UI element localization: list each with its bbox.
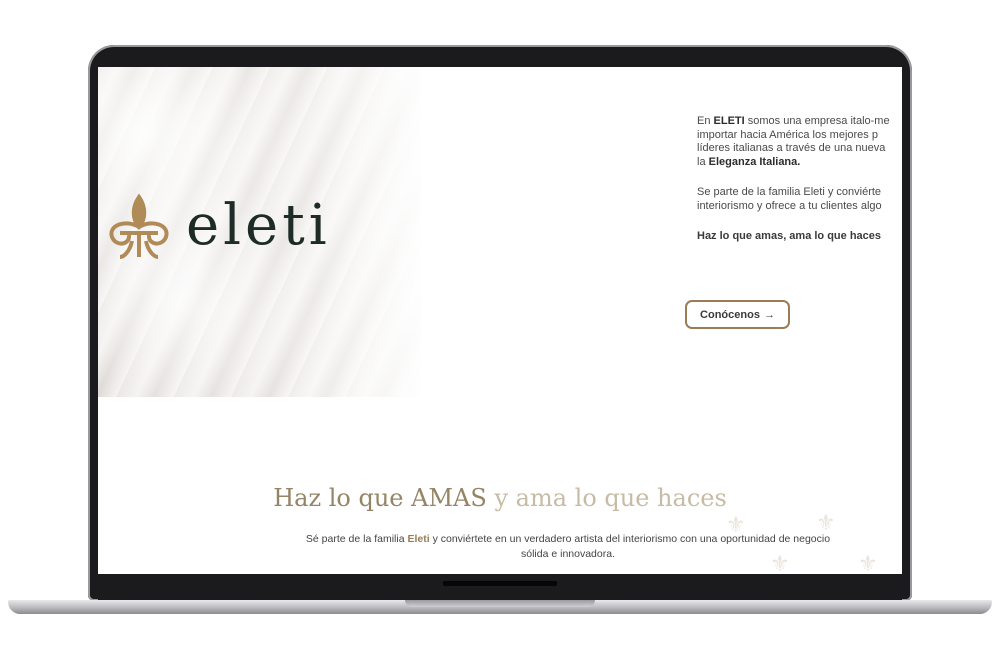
laptop-screen: eleti En ELETI somos una empresa italo-m…	[98, 67, 902, 574]
laptop-notch	[405, 600, 595, 607]
conocenos-button[interactable]: Conócenos →	[685, 300, 790, 329]
screen-bezel-bottom	[98, 574, 902, 600]
eleti-logo[interactable]: eleti	[102, 191, 331, 261]
motto: Haz lo que amas, ama lo que haces	[697, 230, 882, 242]
hinge-slot	[443, 581, 557, 586]
logo-wordmark: eleti	[186, 193, 331, 258]
fleur-de-lis-icon	[109, 193, 169, 259]
intro-text: En ELETI somos una empresa italo-me impo…	[697, 115, 902, 261]
invite-paragraph: Se parte de la familia Eleti y conviérte…	[697, 186, 882, 212]
conocenos-label: Conócenos	[700, 308, 760, 321]
section-headline: Haz lo que AMAS y ama lo que haces	[273, 484, 727, 512]
circle-arrow-right-icon: →	[763, 308, 775, 321]
intro-paragraph: En ELETI somos una empresa italo-me impo…	[697, 115, 890, 168]
intro-brand: ELETI	[713, 115, 745, 127]
section-subtitle: Sé parte de la familia Eleti y conviérte…	[305, 533, 831, 560]
